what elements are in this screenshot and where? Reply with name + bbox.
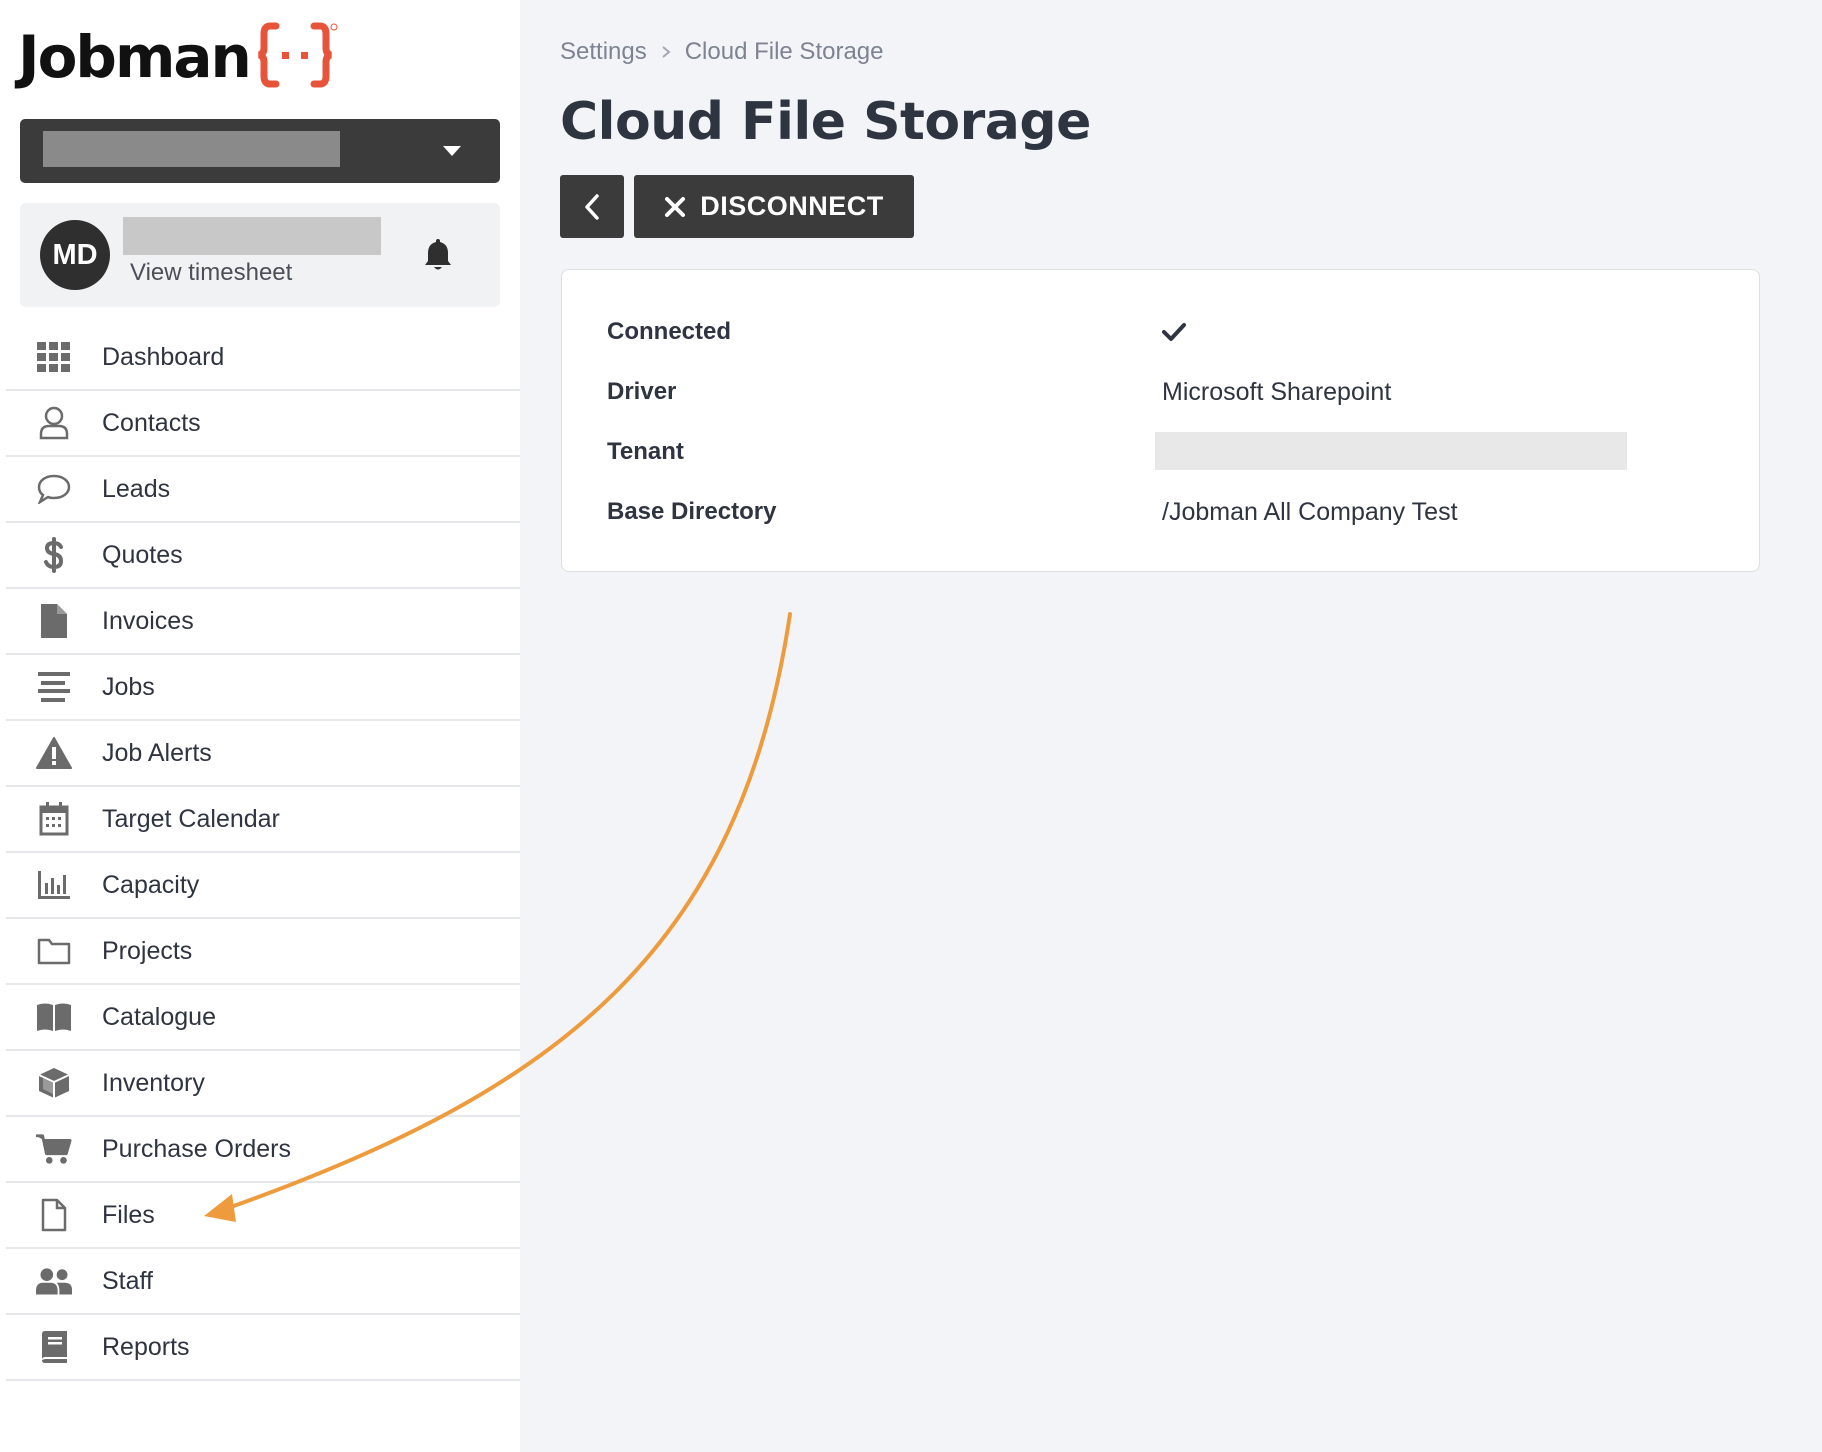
detail-row-driver: Driver Microsoft Sharepoint — [607, 372, 1707, 412]
list-icon — [36, 669, 72, 705]
sidebar-item-job-alerts[interactable]: Job Alerts — [6, 721, 520, 787]
file-outline-icon — [36, 1197, 72, 1233]
page-title: Cloud File Storage — [560, 92, 1091, 152]
organization-name-redacted — [43, 131, 340, 167]
sidebar: Jobman MD View timesheet Dashboard Conta… — [0, 0, 520, 1452]
sidebar-item-label: Dashboard — [102, 342, 225, 371]
sidebar-item-label: Reports — [102, 1332, 190, 1361]
sidebar-item-files[interactable]: Files — [6, 1183, 520, 1249]
tenant-label: Tenant — [607, 438, 684, 465]
sidebar-item-quotes[interactable]: Quotes — [6, 523, 520, 589]
dollar-icon — [36, 537, 72, 573]
sidebar-item-staff[interactable]: Staff — [6, 1249, 520, 1315]
sidebar-item-contacts[interactable]: Contacts — [6, 391, 520, 457]
sidebar-item-label: Catalogue — [102, 1002, 216, 1031]
detail-row-base-directory: Base Directory /Jobman All Company Test — [607, 492, 1707, 532]
back-button[interactable] — [560, 175, 624, 238]
disconnect-button[interactable]: DISCONNECT — [634, 175, 914, 238]
sidebar-item-label: Staff — [102, 1266, 153, 1295]
sidebar-item-label: Job Alerts — [102, 738, 212, 767]
user-name-redacted — [123, 217, 381, 255]
view-timesheet-link[interactable]: View timesheet — [130, 259, 292, 287]
detail-row-tenant: Tenant — [607, 432, 1707, 472]
bar-chart-icon — [36, 867, 72, 903]
disconnect-label: DISCONNECT — [700, 191, 884, 221]
document-icon — [36, 603, 72, 639]
close-icon — [665, 196, 686, 217]
folder-icon — [36, 933, 72, 969]
sidebar-item-label: Jobs — [102, 672, 155, 701]
sidebar-item-label: Invoices — [102, 606, 194, 635]
checkmark-icon — [1162, 322, 1186, 342]
main-content: Settings Cloud File Storage Cloud File S… — [520, 0, 1822, 1452]
logo-braces-icon — [257, 22, 338, 88]
sidebar-item-reports[interactable]: Reports — [6, 1315, 520, 1381]
user-icon — [36, 405, 72, 441]
sidebar-item-label: Leads — [102, 474, 171, 503]
cart-icon — [36, 1131, 72, 1167]
box-icon — [36, 1065, 72, 1101]
sidebar-item-label: Purchase Orders — [102, 1134, 291, 1163]
breadcrumb-current: Cloud File Storage — [684, 38, 884, 65]
sidebar-item-label: Contacts — [102, 408, 201, 437]
sidebar-item-dashboard[interactable]: Dashboard — [6, 325, 520, 391]
user-card: MD View timesheet — [20, 203, 500, 307]
base-directory-label: Base Directory — [607, 498, 777, 525]
sidebar-item-label: Inventory — [102, 1068, 205, 1097]
tenant-value-redacted — [1155, 432, 1627, 470]
sidebar-item-jobs[interactable]: Jobs — [6, 655, 520, 721]
breadcrumb: Settings Cloud File Storage — [560, 38, 884, 66]
sidebar-item-inventory[interactable]: Inventory — [6, 1051, 520, 1117]
sidebar-item-invoices[interactable]: Invoices — [6, 589, 520, 655]
sidebar-item-label: Projects — [102, 936, 193, 965]
sidebar-item-target-calendar[interactable]: Target Calendar — [6, 787, 520, 853]
driver-value: Microsoft Sharepoint — [1162, 378, 1392, 406]
sidebar-item-label: Target Calendar — [102, 804, 280, 833]
calendar-icon — [36, 801, 72, 837]
chevron-left-icon — [585, 193, 599, 220]
breadcrumb-settings-link[interactable]: Settings — [560, 38, 647, 66]
logo-wordmark: Jobman — [18, 23, 252, 91]
driver-label: Driver — [607, 378, 677, 405]
sidebar-item-catalogue[interactable]: Catalogue — [6, 985, 520, 1051]
sidebar-nav: Dashboard Contacts Leads Quotes Invoices… — [6, 325, 520, 1381]
chevron-right-icon — [661, 45, 671, 59]
logo[interactable]: Jobman — [18, 22, 338, 91]
sidebar-item-label: Capacity — [102, 870, 200, 899]
base-directory-value: /Jobman All Company Test — [1162, 498, 1458, 526]
sidebar-item-leads[interactable]: Leads — [6, 457, 520, 523]
sidebar-item-purchase-orders[interactable]: Purchase Orders — [6, 1117, 520, 1183]
users-icon — [36, 1263, 72, 1299]
sidebar-item-label: Files — [102, 1200, 155, 1229]
connection-details-card: Connected Driver Microsoft Sharepoint Te… — [561, 269, 1760, 572]
report-book-icon — [36, 1329, 72, 1365]
avatar[interactable]: MD — [40, 220, 110, 290]
sidebar-item-projects[interactable]: Projects — [6, 919, 520, 985]
chevron-down-icon — [443, 146, 461, 156]
sidebar-item-label: Quotes — [102, 540, 183, 569]
grid-icon — [36, 339, 72, 375]
organization-select[interactable] — [20, 119, 500, 183]
warning-icon — [36, 735, 72, 771]
connected-label: Connected — [607, 318, 732, 345]
book-open-icon — [36, 999, 72, 1035]
sidebar-item-capacity[interactable]: Capacity — [6, 853, 520, 919]
chat-bubble-icon — [36, 471, 72, 507]
bell-icon[interactable] — [422, 237, 454, 271]
detail-row-connected: Connected — [607, 312, 1707, 352]
